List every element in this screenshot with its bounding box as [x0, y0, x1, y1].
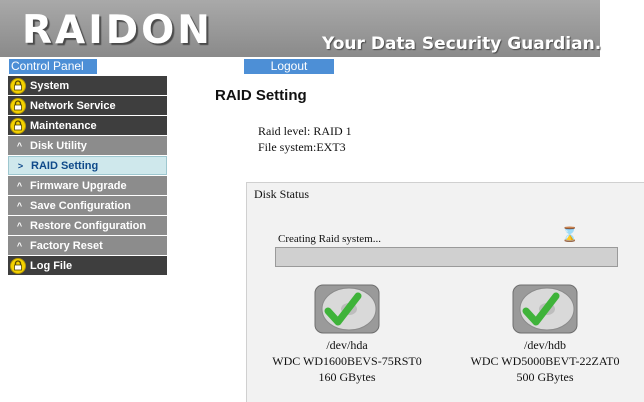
caret-up-icon: ^	[16, 220, 23, 231]
file-system-label: File system:	[258, 140, 317, 154]
disk-device: /dev/hda	[326, 338, 368, 352]
disk-size: 160 GBytes	[318, 370, 376, 384]
chevron-right-icon: >	[17, 160, 24, 171]
disk-item: /dev/hdb WDC WD5000BEVT-22ZAT0 500 GByte…	[445, 284, 644, 385]
raid-level-row: Raid level: RAID 1	[258, 124, 352, 139]
hourglass-icon: ⌛	[561, 226, 579, 242]
sidebar-item-firmware-upgrade[interactable]: ^ Firmware Upgrade	[8, 176, 167, 195]
sidebar-item-network-service[interactable]: Network Service	[8, 96, 167, 115]
sidebar-item-label: RAID Setting	[31, 159, 99, 172]
brand-logo: RAIDON	[22, 8, 213, 53]
sidebar-item-label: Save Configuration	[30, 199, 131, 212]
tagline: Your Data Security Guardian.	[322, 34, 602, 54]
sidebar-item-system[interactable]: System	[8, 76, 167, 95]
file-system-value: EXT3	[316, 140, 346, 154]
lock-icon	[10, 97, 26, 114]
page-title: RAID Setting	[215, 87, 307, 104]
caret-up-icon: ^	[16, 140, 23, 151]
sidebar-item-maintenance[interactable]: Maintenance	[8, 116, 167, 135]
lock-icon	[10, 117, 26, 134]
disk-item: /dev/hda WDC WD1600BEVS-75RST0 160 GByte…	[247, 284, 447, 385]
sidebar: System Network Service Maintenance ^ Dis…	[8, 76, 167, 276]
sidebar-item-label: Restore Configuration	[30, 219, 147, 232]
disk-size: 500 GBytes	[516, 370, 574, 384]
lock-icon	[10, 77, 26, 94]
logout-button[interactable]: Logout	[244, 59, 334, 74]
sidebar-item-label: Factory Reset	[30, 239, 103, 252]
progress-text: Creating Raid system...	[278, 233, 381, 245]
disk-model: WDC WD1600BEVS-75RST0	[272, 354, 422, 368]
caret-up-icon: ^	[16, 240, 23, 251]
sidebar-item-log-file[interactable]: Log File	[8, 256, 167, 275]
disk-status-title: Disk Status	[254, 187, 310, 201]
hard-disk-check-icon	[314, 284, 380, 334]
sidebar-item-label: Disk Utility	[30, 139, 87, 152]
sidebar-item-factory-reset[interactable]: ^ Factory Reset	[8, 236, 167, 255]
sidebar-item-disk-utility[interactable]: ^ Disk Utility	[8, 136, 167, 155]
progress-bar	[275, 247, 618, 267]
caret-up-icon: ^	[16, 200, 23, 211]
sidebar-item-label: Log File	[30, 259, 73, 272]
sidebar-item-label: System	[30, 79, 70, 92]
header-banner: RAIDON Your Data Security Guardian.	[0, 0, 602, 57]
sidebar-item-save-configuration[interactable]: ^ Save Configuration	[8, 196, 167, 215]
file-system-row: File system:EXT3	[258, 140, 346, 155]
sidebar-item-raid-setting[interactable]: > RAID Setting	[8, 156, 167, 175]
sidebar-item-label: Maintenance	[30, 119, 97, 132]
lock-icon	[10, 257, 26, 274]
raid-level-label: Raid level:	[258, 124, 311, 138]
control-panel-label: Control Panel	[9, 59, 97, 74]
sidebar-item-label: Firmware Upgrade	[30, 179, 127, 192]
disk-model: WDC WD5000BEVT-22ZAT0	[470, 354, 620, 368]
caret-up-icon: ^	[16, 180, 23, 191]
hard-disk-check-icon	[512, 284, 578, 334]
sidebar-item-label: Network Service	[30, 99, 116, 112]
disk-device: /dev/hdb	[524, 338, 566, 352]
raid-level-value: RAID 1	[313, 124, 352, 138]
sidebar-item-restore-configuration[interactable]: ^ Restore Configuration	[8, 216, 167, 235]
